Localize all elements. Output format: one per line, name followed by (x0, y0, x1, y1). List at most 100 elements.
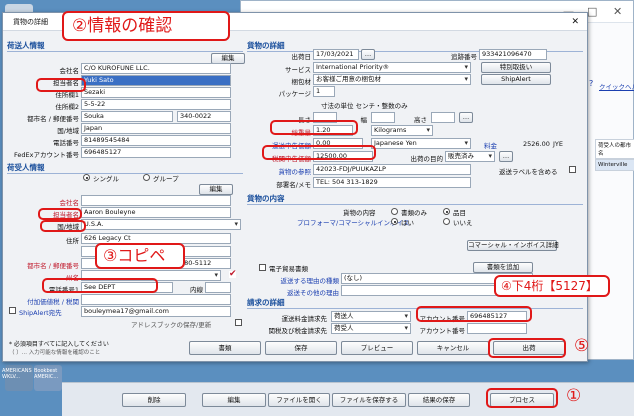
highlight-account-number (416, 306, 532, 322)
save-file-button[interactable]: ファイルを保存する (332, 393, 406, 407)
documents-only-radio[interactable] (391, 208, 398, 215)
service-select[interactable]: International Priority® (313, 62, 471, 73)
highlight-weight (270, 120, 358, 135)
package-count-field[interactable]: 1 (313, 86, 335, 97)
address-book-checkbox[interactable] (235, 319, 242, 326)
proforma-no-radio[interactable] (443, 218, 450, 225)
contents-section-header: 貨物の内容 (247, 193, 583, 205)
edit-button[interactable]: 編集 (202, 393, 266, 407)
step1-marker: ① (566, 386, 582, 406)
recipient-company-field[interactable] (81, 195, 231, 206)
tracking-field[interactable]: 933421096470 (479, 49, 547, 60)
save-result-button[interactable]: 結果の保存 (408, 393, 470, 407)
recipient-edit-button[interactable]: 編集 (199, 184, 233, 195)
dimension-note: 寸法の単位 センチ・整数のみ (321, 102, 408, 110)
goods-label: 品目 (453, 209, 466, 217)
recipient-tax-field[interactable] (81, 294, 231, 305)
sender-company-field[interactable]: C/O KUROFUNE LLC. (81, 63, 231, 74)
single-radio[interactable] (83, 174, 90, 181)
duties-billing-select[interactable]: 荷受人 (331, 323, 411, 334)
sender-contact-field[interactable]: Yuki Sato (81, 75, 231, 86)
highlight-recipient-phone (42, 278, 158, 293)
fee-value: 2526.00 (523, 140, 550, 148)
packaging-select[interactable]: お客様ご用意の梱包材 (313, 74, 471, 85)
contents-type-label: 貨物の内容 (343, 209, 376, 217)
ship-date-label: 出荷日 (291, 53, 312, 61)
weight-unit-select[interactable]: Kilograms (371, 125, 433, 136)
step5-marker: ⑤ (574, 336, 590, 356)
cancel-button[interactable]: キャンセル (417, 341, 489, 355)
single-radio-label: シングル (93, 175, 119, 183)
calendar-button[interactable]: … (361, 49, 375, 60)
desktop-icon-label: Bookbest AMERIC... (34, 368, 59, 380)
documents-button[interactable]: 書類 (189, 341, 261, 355)
sender-company-label: 会社名 (59, 67, 80, 75)
currency-select[interactable]: Japanese Yen (371, 138, 471, 149)
add-document-button[interactable]: 書類を追加 (473, 262, 533, 273)
group-radio[interactable] (143, 174, 150, 181)
duties-account-label: アカウント番号 (419, 327, 466, 335)
sender-phone-label: 電話番号 (53, 139, 79, 147)
delete-button[interactable]: 削除 (122, 393, 186, 407)
preview-button[interactable]: プレビュー (341, 341, 413, 355)
commercial-invoice-button[interactable]: コマーシャル・インボイス詳細 (467, 240, 559, 251)
sender-postal-field[interactable]: 340-0022 (177, 111, 231, 122)
highlight-recipient-country (40, 220, 86, 232)
ship-date-field[interactable]: 17/03/2021 (313, 49, 359, 60)
sender-country-field[interactable]: Japan (81, 123, 231, 134)
package-count-label: パッケージ (278, 90, 311, 98)
height-field[interactable] (431, 112, 455, 123)
department-field[interactable]: TEL: 504 313-1829 (313, 177, 471, 188)
sender-city-field[interactable]: Souka (81, 111, 173, 122)
return-label-checkbox[interactable] (569, 166, 576, 173)
grid-cell: Winterville (595, 159, 634, 171)
recipient-postal-field[interactable]: 580-5112 (177, 258, 231, 269)
return-reason-label: 返送する理由の種類 (280, 277, 340, 285)
help-icon[interactable]: ? (589, 79, 593, 88)
info-note: （ ）... 入力可能な情報を確認のこと (9, 350, 101, 356)
sender-address1-field[interactable]: Sezaki (81, 87, 231, 98)
desktop-icon-label: AMERICANS WKLV... (2, 368, 32, 380)
reference-field[interactable]: 42023-FDJ/PUUKAZLP (313, 164, 471, 175)
purpose-lookup-button[interactable]: … (499, 151, 513, 162)
sender-phone-field[interactable]: 81489545484 (81, 135, 231, 146)
shipalert-button[interactable]: ShipAlert (481, 74, 551, 85)
service-label: サービス (285, 66, 311, 74)
dimension-lookup-button[interactable]: … (459, 112, 473, 123)
recipient-country-select[interactable]: U.S.A. (81, 219, 241, 230)
duties-account-field[interactable] (467, 323, 527, 334)
goods-radio[interactable] (443, 208, 450, 215)
state-check-icon[interactable]: ✔ (229, 270, 237, 279)
highlight-customs (262, 145, 376, 160)
billing-section-header: 請求の詳細 (247, 297, 583, 309)
recipient-address-label: 住所 (66, 237, 79, 245)
save-button[interactable]: 保存 (265, 341, 337, 355)
special-handling-button[interactable]: 特別取扱い (481, 62, 551, 73)
quick-help-link[interactable]: クイックヘルプ (599, 81, 634, 91)
close-icon[interactable]: ✕ (571, 13, 579, 31)
documents-only-label: 書類のみ (401, 209, 427, 217)
proforma-yes-radio[interactable] (391, 218, 398, 225)
purpose-select[interactable]: 販売済み (445, 151, 495, 162)
sender-address2-field[interactable]: 5-5-22 (81, 99, 231, 110)
recipient-contact-field[interactable]: Aaron Bouleyne (81, 207, 231, 218)
required-note: * 必須項目すべてに記入してください (9, 341, 109, 348)
sender-account-field[interactable]: 696485127 (81, 147, 231, 158)
shipalert-checkbox[interactable] (9, 307, 16, 314)
address-book-label: アドレスブックの保存/更新 (131, 321, 212, 329)
width-field[interactable] (371, 112, 395, 123)
shipalert-email-field[interactable]: bouleymea17@gmail.com (81, 306, 231, 317)
tracking-label: 追跡番号 (451, 53, 477, 61)
sender-country-label: 国/地域 (57, 127, 79, 135)
transport-billing-select[interactable]: 荷送人 (331, 311, 411, 322)
reference-label: 貨物の参照 (278, 168, 312, 176)
electronic-docs-checkbox[interactable] (259, 264, 266, 271)
title-callout: ②情報の確認 (62, 11, 230, 41)
maximize-icon[interactable]: □ (587, 5, 597, 18)
recipient-section-header: 荷受人情報 (7, 162, 243, 174)
recipient-ext-field[interactable] (205, 282, 231, 293)
close-icon[interactable]: ✕ (613, 5, 622, 18)
shipalert-label: ShipAlert宛先 (19, 309, 62, 317)
sender-city-label: 都市名 / 郵便番号 (27, 115, 79, 123)
open-file-button[interactable]: ファイルを開く (268, 393, 330, 407)
